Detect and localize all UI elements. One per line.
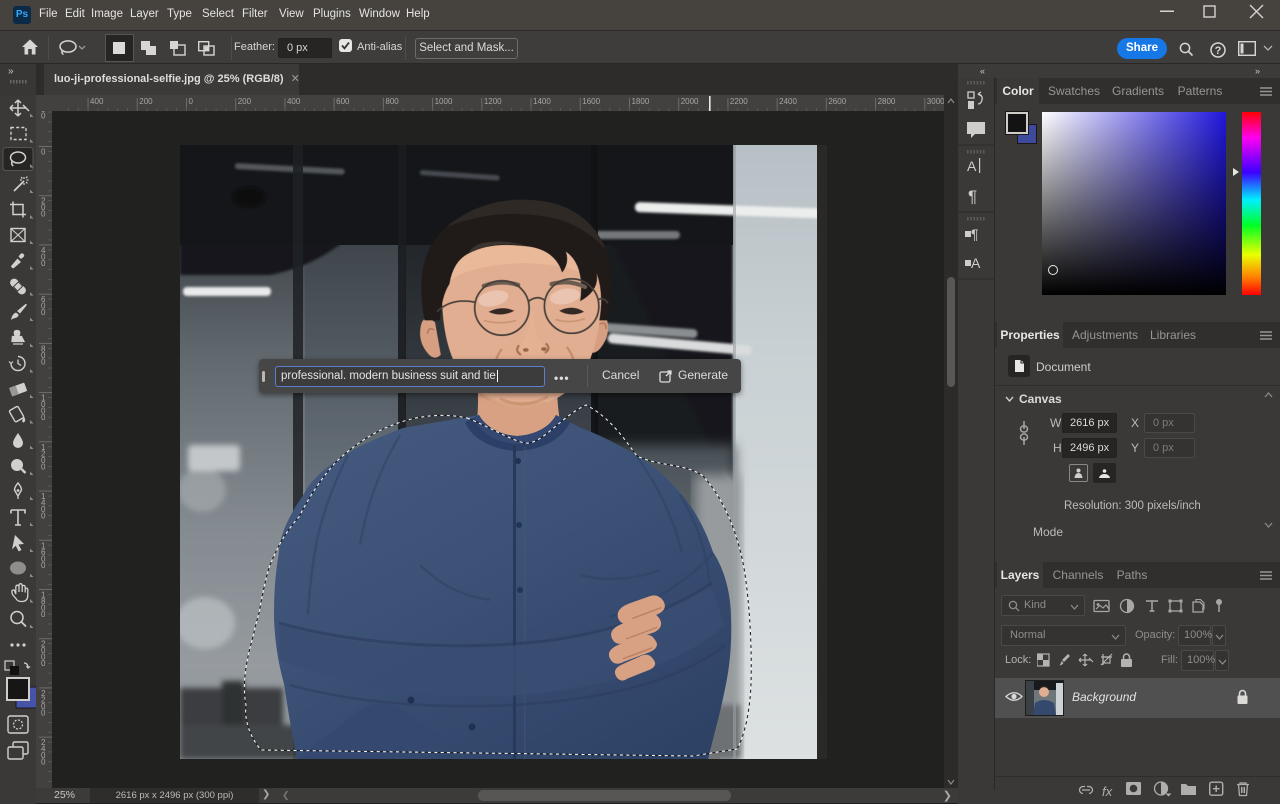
- svg-text:3000: 3000: [927, 97, 944, 106]
- svg-text:400: 400: [287, 97, 301, 106]
- svg-text:0: 0: [41, 512, 46, 521]
- svg-text:400: 400: [90, 97, 104, 106]
- svg-text:2400: 2400: [779, 97, 797, 106]
- svg-text:0: 0: [41, 111, 46, 120]
- svg-text:0: 0: [41, 357, 46, 366]
- svg-text:200: 200: [238, 97, 252, 106]
- svg-text:¶: ¶: [968, 187, 977, 206]
- svg-text:2000: 2000: [681, 97, 699, 106]
- svg-text:A: A: [967, 158, 977, 174]
- svg-text:0: 0: [41, 610, 46, 619]
- svg-text:1600: 1600: [582, 97, 600, 106]
- svg-text:1000: 1000: [435, 97, 453, 106]
- svg-text:0: 0: [41, 659, 46, 668]
- svg-text:1800: 1800: [631, 97, 649, 106]
- svg-text:1400: 1400: [533, 97, 551, 106]
- svg-text:A: A: [971, 255, 981, 271]
- svg-text:0: 0: [41, 308, 46, 317]
- svg-text:0: 0: [41, 259, 46, 268]
- svg-text:0: 0: [41, 462, 46, 471]
- svg-text:¶: ¶: [971, 226, 979, 242]
- svg-text:0: 0: [41, 708, 46, 717]
- svg-text:2800: 2800: [878, 97, 896, 106]
- svg-text:2200: 2200: [730, 97, 748, 106]
- svg-text:0: 0: [41, 413, 46, 422]
- svg-text:0: 0: [41, 758, 46, 767]
- svg-text:?: ?: [1215, 45, 1222, 57]
- svg-text:2600: 2600: [828, 97, 846, 106]
- svg-text:0: 0: [41, 210, 46, 219]
- svg-text:0: 0: [41, 561, 46, 570]
- svg-text:0: 0: [189, 97, 194, 106]
- svg-text:0: 0: [41, 148, 46, 157]
- svg-text:200: 200: [139, 97, 153, 106]
- svg-text:600: 600: [336, 97, 350, 106]
- svg-text:800: 800: [385, 97, 399, 106]
- svg-text:1200: 1200: [484, 97, 502, 106]
- svg-text:fx: fx: [1102, 784, 1113, 799]
